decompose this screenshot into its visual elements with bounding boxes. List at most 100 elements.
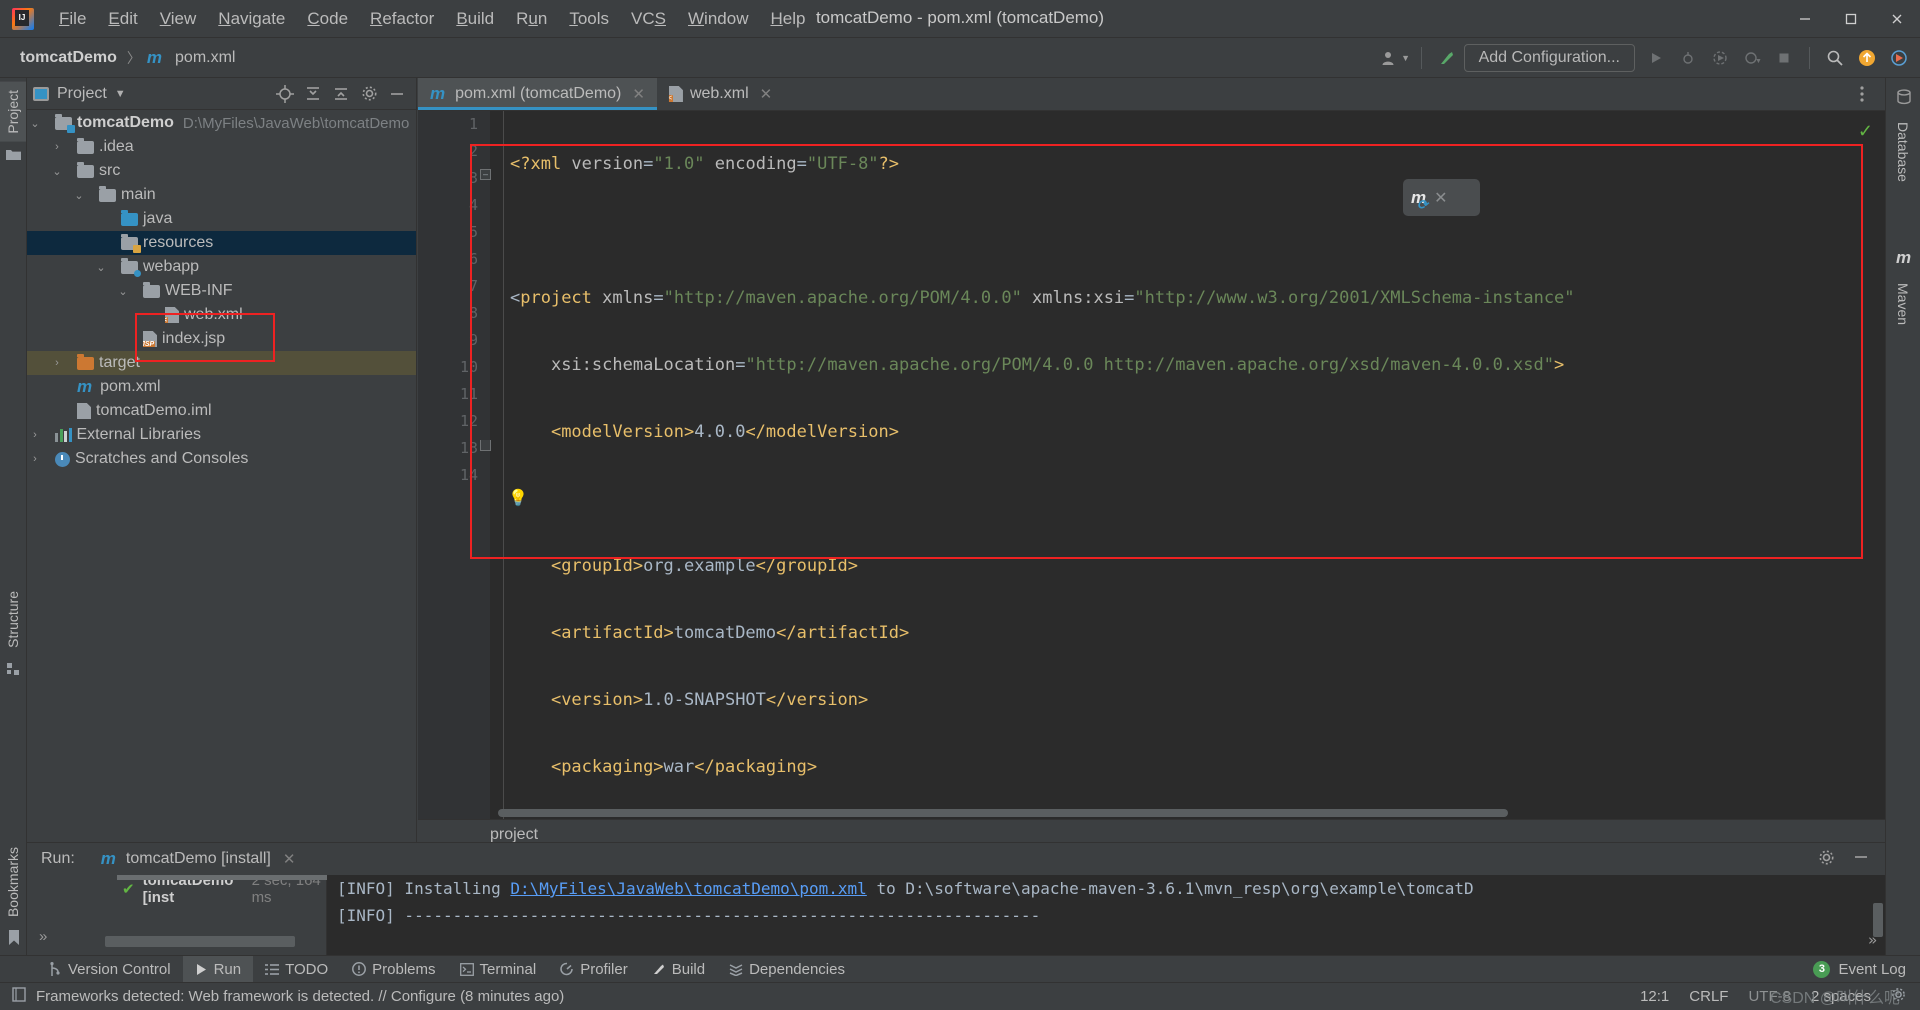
menu-tools[interactable]: Tools [558,5,620,33]
close-icon[interactable]: ✕ [760,85,773,103]
menu-view[interactable]: View [149,5,208,33]
tool-button-todo[interactable]: TODO [253,956,340,983]
tree-node-external-libraries[interactable]: › External Libraries [27,423,416,447]
hide-panel-icon[interactable] [1853,849,1869,870]
file-encoding[interactable]: UTF-8 [1748,988,1791,1005]
tool-button-problems[interactable]: Problems [340,956,447,983]
breadcrumb-project[interactable]: tomcatDemo [16,47,121,69]
maven-logo-icon[interactable]: m [1886,243,1920,273]
chevron-down-icon[interactable]: ⌄ [27,117,43,130]
more-options-icon[interactable] [1849,81,1875,107]
menu-edit[interactable]: Edit [97,5,148,33]
search-everywhere-icon[interactable] [1820,43,1850,73]
tree-node-iml[interactable]: tomcatDemo.iml [27,399,416,423]
tree-node-tomcatdemo[interactable]: ⌄ tomcatDemo D:\MyFiles\JavaWeb\tomcatDe… [27,111,416,135]
tool-button-build[interactable]: Build [640,956,717,983]
browser-icon[interactable] [1884,43,1914,73]
menu-file[interactable]: File [48,5,97,33]
code-editor[interactable]: 1 2 3 4 5 6 7 8 9 10 11 12 13 14 – <?xml… [418,111,1885,819]
expand-more-icon[interactable]: » [1868,931,1877,949]
expand-more-icon[interactable]: » [39,928,47,945]
tree-node-target[interactable]: › target [27,351,416,375]
intention-bulb-icon[interactable]: 💡 [508,488,528,507]
tool-button-dependencies[interactable]: Dependencies [717,956,857,983]
minimize-button[interactable] [1782,0,1828,38]
chevron-down-icon[interactable]: ⌄ [71,189,87,202]
menu-code[interactable]: Code [296,5,359,33]
chevron-down-icon[interactable]: ⌄ [49,165,65,178]
chevron-right-icon[interactable]: › [27,429,43,441]
select-opened-file-icon[interactable] [272,81,298,107]
tree-node-web-inf[interactable]: ⌄ WEB-INF [27,279,416,303]
debug-icon[interactable] [1673,43,1703,73]
project-tree[interactable]: ⌄ tomcatDemo D:\MyFiles\JavaWeb\tomcatDe… [27,111,416,885]
indent-setting[interactable]: 2 spaces [1811,988,1871,1005]
status-message[interactable]: Frameworks detected: Web framework is de… [36,988,564,1005]
hide-panel-icon[interactable] [384,81,410,107]
menu-window[interactable]: Window [677,5,759,33]
sidebar-item-database[interactable]: Database [1886,112,1920,192]
tree-node-src[interactable]: ⌄ src [27,159,416,183]
maven-reload-popup[interactable]: m ⟳ ✕ [1403,179,1480,216]
run-icon[interactable] [1641,43,1671,73]
tree-node-resources[interactable]: resources [27,231,416,255]
tool-button-terminal[interactable]: Terminal [448,956,549,983]
tool-button-profiler[interactable]: Profiler [548,956,640,983]
bookmarks-icon[interactable] [0,925,27,951]
menu-run[interactable]: Run [505,5,558,33]
maximize-button[interactable] [1828,0,1874,38]
code-folding-column[interactable]: – [478,111,492,819]
line-separator[interactable]: CRLF [1689,988,1728,1005]
close-icon[interactable]: ✕ [283,850,296,868]
run-with-coverage-icon[interactable] [1705,43,1735,73]
tree-node-main[interactable]: ⌄ main [27,183,416,207]
tab-web-xml[interactable]: < web.xml ✕ [657,78,784,110]
breadcrumb-file[interactable]: pom.xml [171,47,239,69]
sidebar-item-project[interactable]: Project [0,82,26,142]
tree-node-java[interactable]: java [27,207,416,231]
tool-button-run[interactable]: Run [182,955,254,983]
profile-icon[interactable]: ▼ [1737,43,1767,73]
menu-refactor[interactable]: Refactor [359,5,445,33]
sidebar-item-maven[interactable]: Maven [1886,273,1920,335]
sidebar-item-bookmarks[interactable]: Bookmarks [0,839,26,925]
chevron-right-icon[interactable]: › [49,357,65,369]
chevron-down-icon[interactable]: ⌄ [93,261,109,274]
fold-marker-project[interactable]: – [480,169,491,180]
expand-all-icon[interactable] [300,81,326,107]
chevron-right-icon[interactable]: › [27,453,43,465]
tool-button-event-log[interactable]: Event Log [1838,961,1906,978]
updates-icon[interactable] [1852,43,1882,73]
settings-gear-icon[interactable] [356,81,382,107]
chevron-down-icon[interactable]: ▼ [115,88,126,100]
avatar-icon[interactable]: ▼ [1381,43,1411,73]
editor-breadcrumb-project[interactable]: project [490,826,538,844]
database-icon[interactable] [1886,82,1920,112]
sidebar-item-structure[interactable]: Structure [0,583,26,656]
stop-icon[interactable] [1769,43,1799,73]
chevron-right-icon[interactable]: › [49,141,65,153]
close-icon[interactable]: ✕ [632,85,645,103]
tree-node-index-jsp[interactable]: JSP index.jsp [27,327,416,351]
tab-pom-xml[interactable]: m pom.xml (tomcatDemo) ✕ [418,78,657,110]
close-icon[interactable]: ✕ [1434,188,1447,208]
structure-icon[interactable] [0,656,27,682]
settings-gear-icon[interactable] [1818,849,1835,871]
build-hammer-icon[interactable] [1432,43,1462,73]
tool-button-version-control[interactable]: Version Control [36,956,183,983]
run-console[interactable]: [INFO] Installing D:\MyFiles\JavaWeb\tom… [327,875,1885,955]
tree-node-web-xml[interactable]: < web.xml [27,303,416,327]
status-gear-icon[interactable] [1891,987,1906,1006]
menu-navigate[interactable]: Navigate [207,5,296,33]
code-text[interactable]: <?xml version="1.0" encoding="UTF-8"?> <… [496,111,1885,819]
tree-node-webapp[interactable]: ⌄ webapp [27,255,416,279]
tree-node-pom-xml[interactable]: m pom.xml [27,375,416,399]
tree-node-idea[interactable]: › .idea [27,135,416,159]
run-tree-horizontal-scrollbar[interactable] [105,936,295,947]
menu-help[interactable]: Help [759,5,816,33]
fold-marker-project-end[interactable] [480,440,491,451]
collapse-all-icon[interactable] [328,81,354,107]
run-configuration-tab[interactable]: m tomcatDemo [install] ✕ [91,846,306,872]
close-button[interactable] [1874,0,1920,38]
menu-vcs[interactable]: VCS [620,5,677,33]
